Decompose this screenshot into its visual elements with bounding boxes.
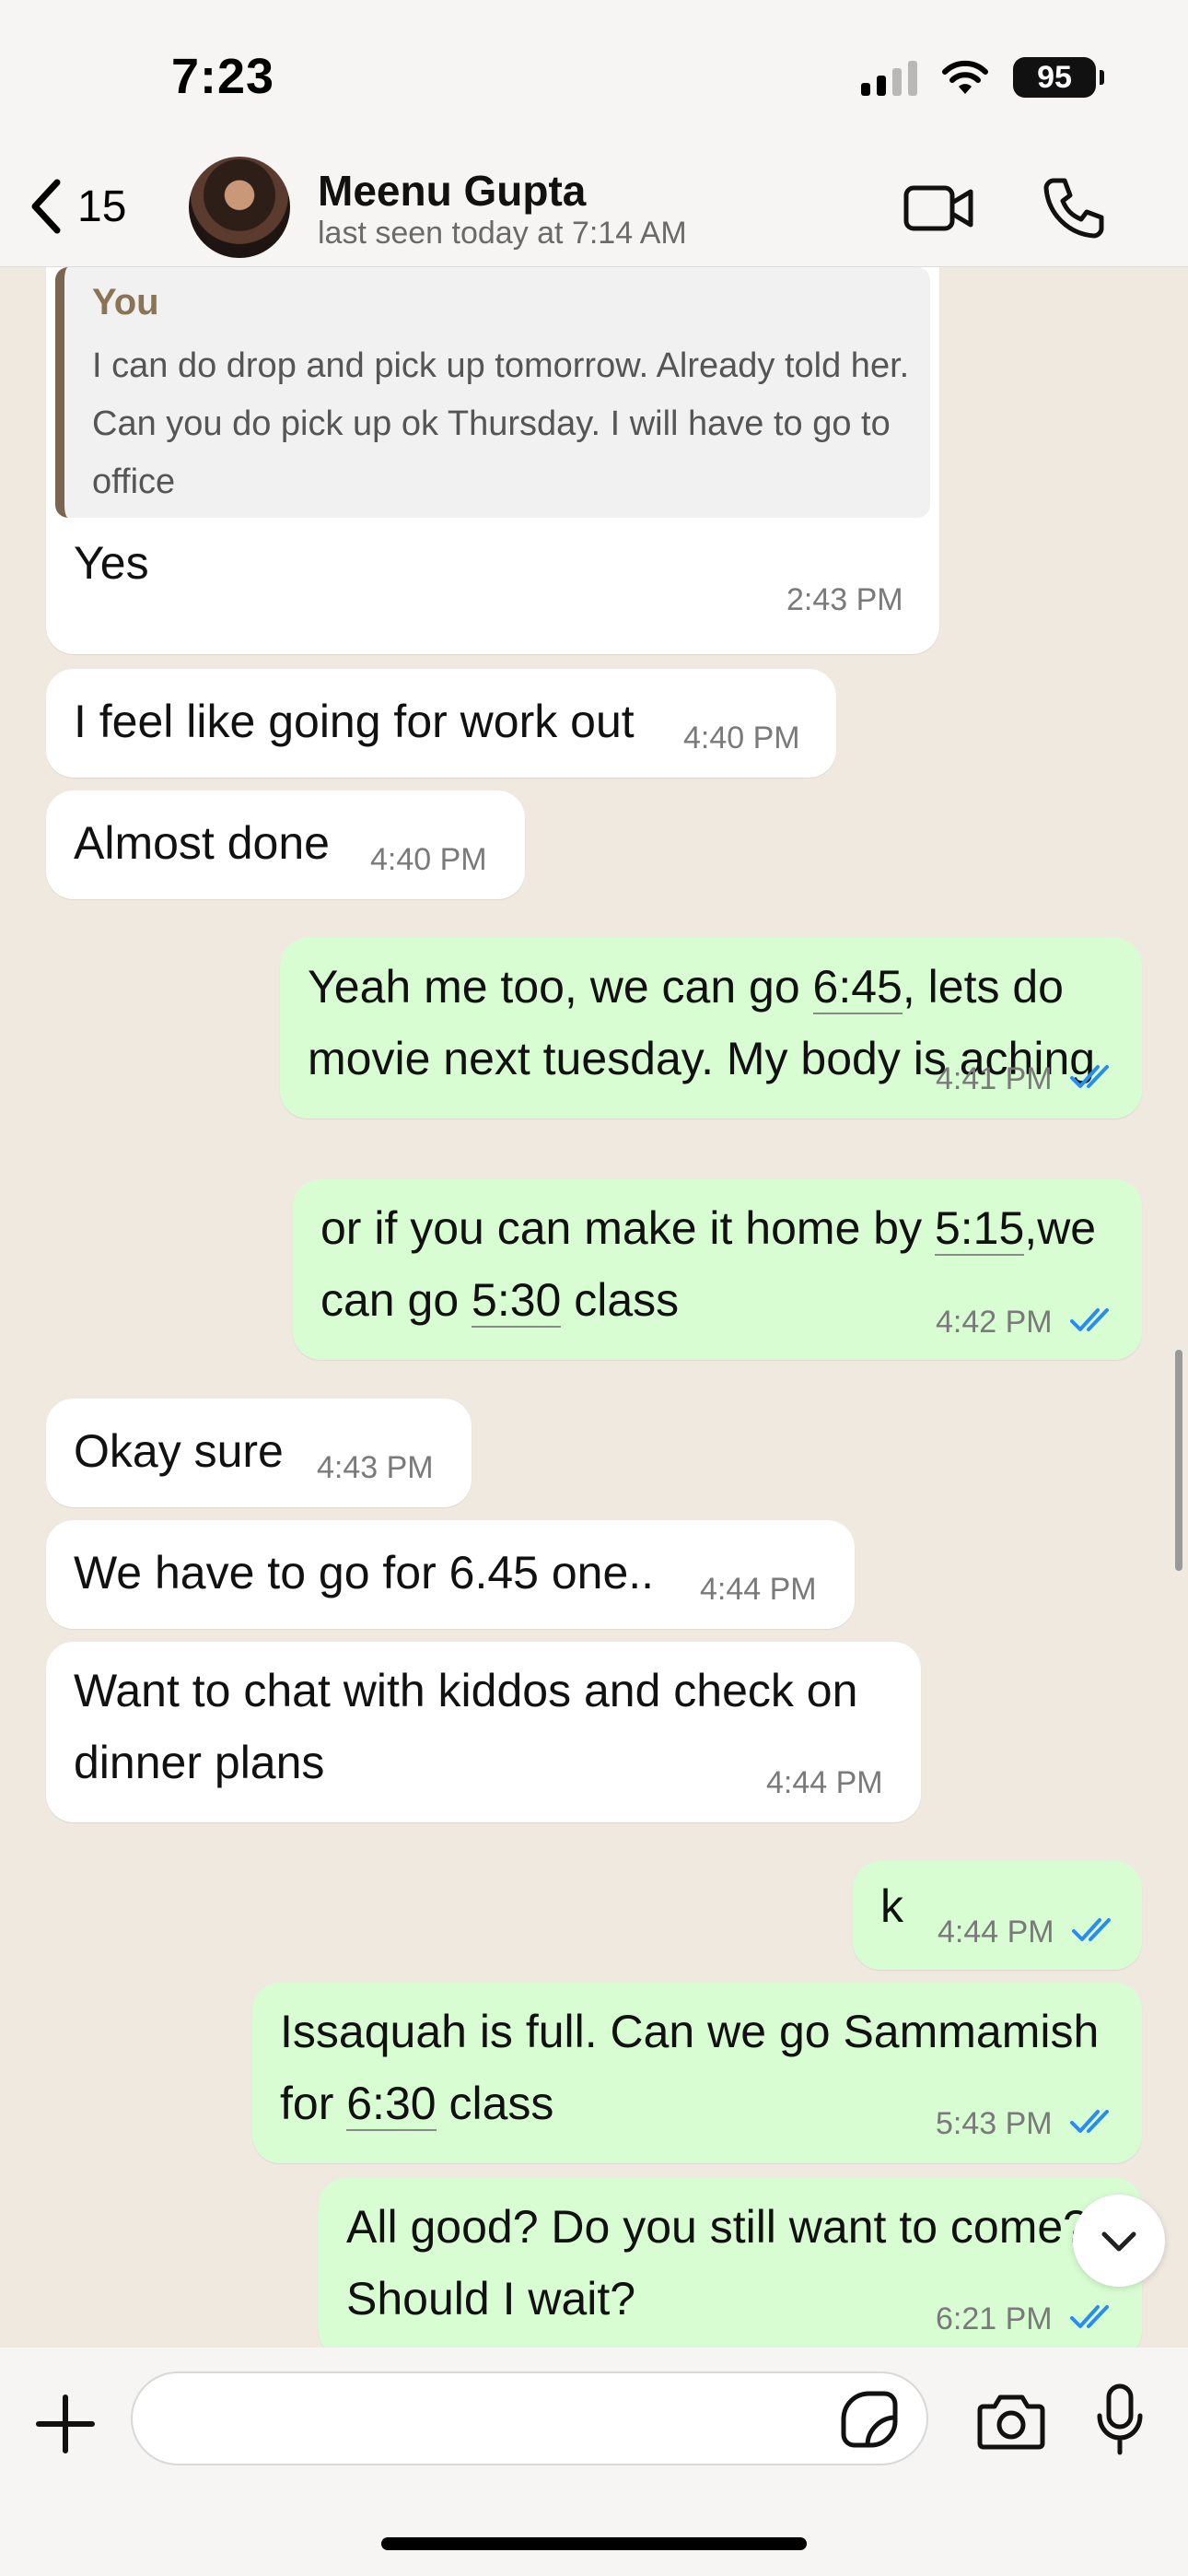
message-text: Okay sure [74,1425,284,1477]
status-icons: 95 [861,57,1104,98]
time-link[interactable]: 6:45 [812,961,903,1014]
message-time: 4:41 PM [936,1061,1053,1096]
message-text-line: Want to chat with kiddos and check on [74,1665,858,1716]
chevron-down-icon [1101,2231,1136,2252]
message-bubble-incoming[interactable]: I feel like going for work out 4:40 PM [46,669,836,778]
double-check-icon [1070,2305,1109,2328]
message-time: 4:44 PM [700,1572,817,1607]
double-check-icon [1070,2110,1109,2133]
time-link[interactable]: 5:15 [934,1202,1025,1256]
message-list[interactable]: You I can do drop and pick up tomorrow. … [0,267,1188,2348]
message-bubble-incoming[interactable]: You I can do drop and pick up tomorrow. … [46,267,939,654]
contact-avatar[interactable] [189,157,290,258]
message-bubble-incoming[interactable]: Want to chat with kiddos and check on di… [46,1642,921,1822]
quoted-text: I can do drop and pick up tomorrow. Alre… [92,346,910,501]
cellular-signal-icon [861,59,917,96]
status-bar: 7:23 95 [0,0,1188,147]
video-call-icon[interactable] [903,181,976,236]
message-text-part: class [436,2078,554,2129]
message-time: 4:44 PM [766,1765,883,1800]
message-text-part: for [280,2078,347,2129]
message-text: We have to go for 6.45 one.. [74,1547,655,1598]
message-text-line: All good? Do you still want to come? [346,2201,1089,2253]
message-text: k [880,1880,903,1932]
message-time: 6:21 PM [936,2301,1053,2336]
message-bubble-outgoing[interactable]: Issaquah is full. Can we go Sammamish fo… [252,1983,1142,2163]
message-text-part: Yeah me too, we can go [308,961,813,1013]
message-text: I feel like going for work out [74,696,635,747]
message-bubble-outgoing[interactable]: All good? Do you still want to come? Sho… [319,2178,1142,2348]
message-time: 4:44 PM [938,1914,1054,1950]
message-text-line: Should I wait? [346,2273,636,2324]
contact-name[interactable]: Meenu Gupta [318,166,586,216]
message-bubble-outgoing[interactable]: Yeah me too, we can go 6:45, lets do mov… [280,938,1142,1118]
message-text-part: ,we [1024,1202,1097,1254]
message-time: 4:40 PM [370,842,487,877]
plus-icon[interactable] [33,2392,98,2456]
quoted-message[interactable]: You I can do drop and pick up tomorrow. … [55,267,930,518]
message-text-line: dinner plans [74,1737,325,1788]
double-check-icon [1070,1308,1109,1331]
message-text-part: can go [320,1274,472,1326]
home-indicator[interactable] [381,2537,807,2550]
message-bubble-incoming[interactable]: We have to go for 6.45 one.. 4:44 PM [46,1520,855,1629]
message-bubble-outgoing[interactable]: k 4:44 PM [853,1861,1142,1970]
status-time: 7:23 [171,49,275,104]
message-time: 4:43 PM [317,1450,434,1485]
camera-icon[interactable] [976,2388,1046,2453]
message-text: Almost done [74,817,330,869]
message-text-line: or if you can make it home by 5:15,we [320,1192,1096,1264]
message-input[interactable] [131,2371,928,2465]
scroll-to-bottom-button[interactable] [1073,2195,1165,2287]
time-link[interactable]: 5:30 [472,1274,562,1328]
message-text-part: or if you can make it home by [320,1202,935,1254]
message-bubble-incoming[interactable]: Almost done 4:40 PM [46,790,525,899]
double-check-icon [1070,1065,1109,1088]
time-link[interactable]: 6:30 [346,2078,437,2131]
whatsapp-chat-screen: 7:23 95 15 Meenu Gupta last seen today a… [0,0,1188,2576]
microphone-icon[interactable] [1092,2383,1147,2456]
message-bubble-outgoing[interactable]: or if you can make it home by 5:15,we ca… [293,1179,1142,1360]
battery-icon: 95 [1013,57,1104,98]
message-bubble-incoming[interactable]: Okay sure 4:43 PM [46,1399,472,1507]
message-time: 4:42 PM [936,1305,1053,1340]
sticker-icon[interactable] [840,2390,899,2449]
back-button[interactable]: 15 [28,170,126,243]
last-seen-status: last seen today at 7:14 AM [318,216,687,251]
message-time: 2:43 PM [786,582,903,617]
wifi-icon [942,60,988,94]
message-time: 5:43 PM [936,2106,1053,2141]
message-time: 4:40 PM [683,720,800,755]
quoted-author: You [92,282,159,322]
message-text-part: , lets do [902,961,1064,1013]
unread-count: 15 [77,181,127,231]
phone-call-icon[interactable] [1041,175,1105,240]
chat-header: 15 Meenu Gupta last seen today at 7:14 A… [0,147,1188,267]
message-text-part: class [561,1274,680,1326]
message-text-line: for 6:30 class [280,2067,553,2139]
message-text: Yes [74,537,149,589]
scroll-indicator[interactable] [1175,1350,1182,1571]
message-text-line: Yeah me too, we can go 6:45, lets do [308,951,1064,1023]
message-text-line: can go 5:30 class [320,1264,679,1336]
double-check-icon [1072,1918,1111,1941]
message-text-line: Issaquah is full. Can we go Sammamish [280,2006,1100,2057]
back-chevron-icon [31,179,61,234]
